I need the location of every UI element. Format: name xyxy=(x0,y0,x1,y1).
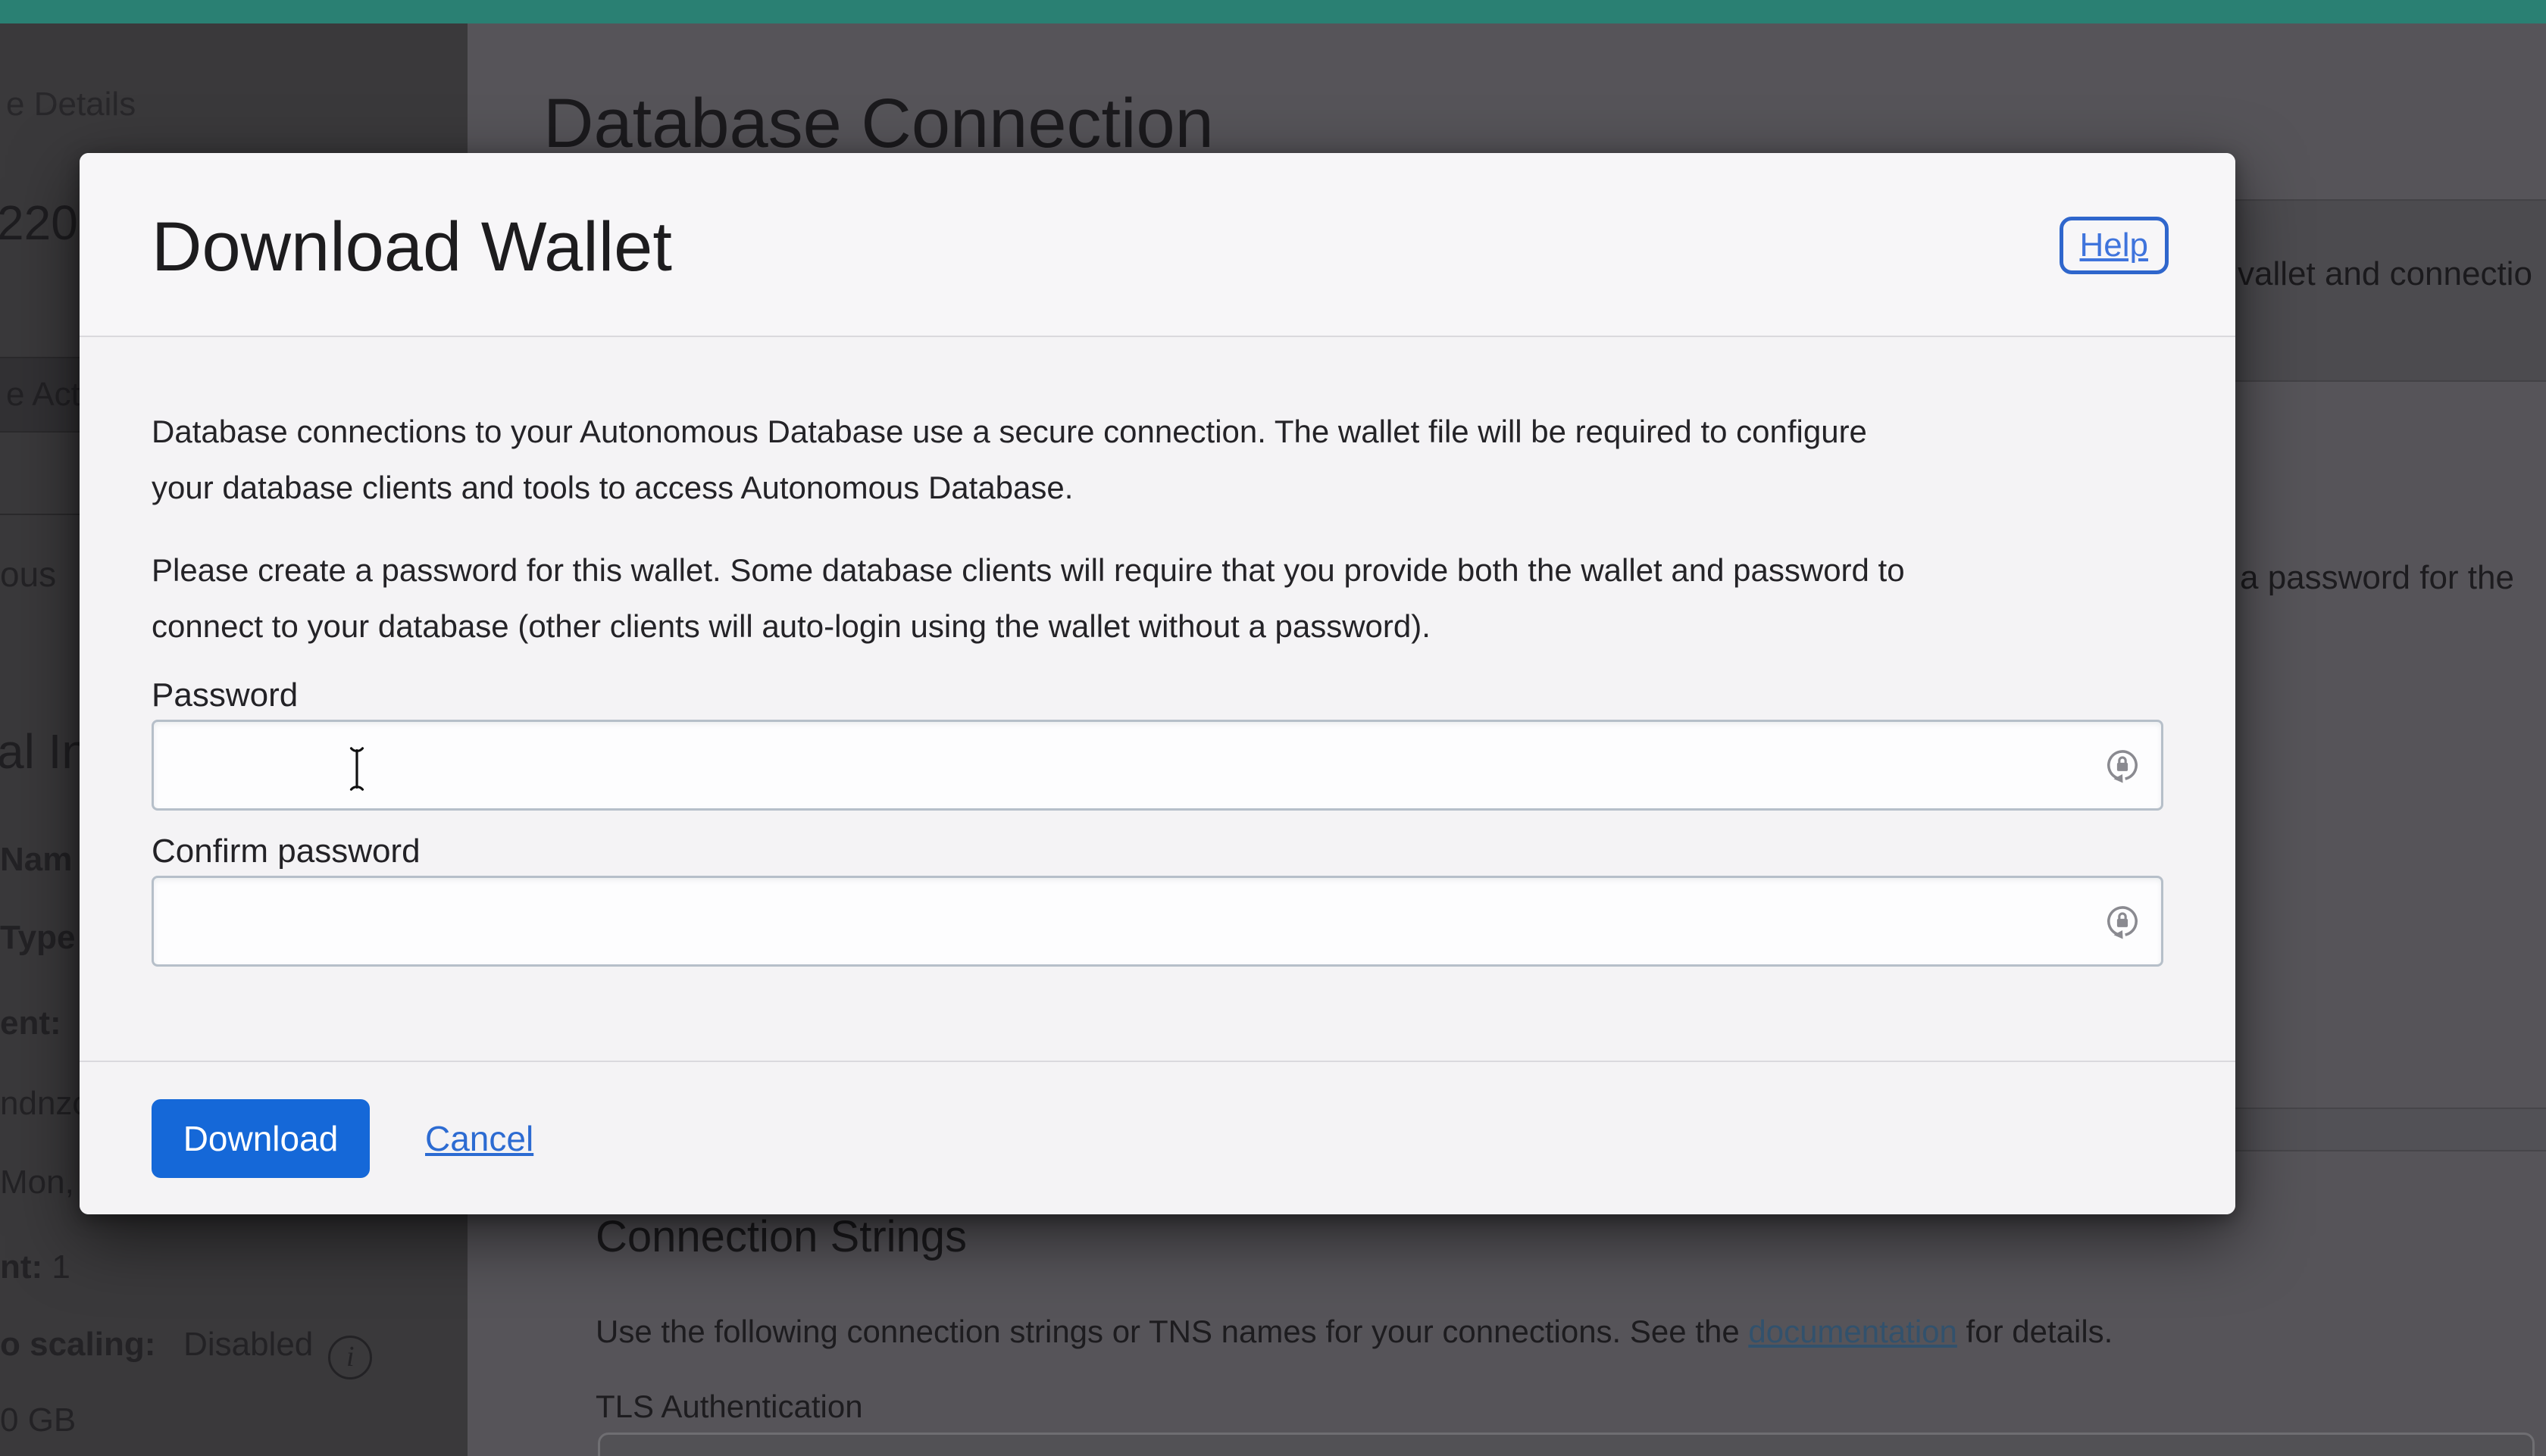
confirm-password-input[interactable] xyxy=(154,878,2161,964)
password-text-fragment: a password for the xyxy=(2240,559,2514,596)
screen: e Details 220 e Act ous al In Nam Type e… xyxy=(0,0,2546,1456)
auto-scaling-row: o scaling: Disabled i xyxy=(0,1326,373,1379)
password-label: Password xyxy=(152,676,299,714)
display-name-label-fragment: Nam xyxy=(0,841,73,878)
background-row-band xyxy=(2233,1108,2546,1151)
connection-strings-heading: Connection Strings xyxy=(596,1212,968,1261)
cancel-link[interactable]: Cancel xyxy=(425,1118,533,1159)
connection-strings-description: Use the following connection strings or … xyxy=(596,1314,2113,1349)
workload-type-label-fragment: Type xyxy=(0,919,76,956)
storage-value-fragment: 0 GB xyxy=(0,1401,77,1439)
breadcrumb-fragment: e Details xyxy=(6,86,136,123)
dialog-body: Database connections to your Autonomous … xyxy=(80,337,2235,967)
confirm-password-lock-icon[interactable] xyxy=(2103,902,2141,940)
confirm-password-field-wrap xyxy=(152,876,2163,967)
ocpu-count-row: nt: 1 xyxy=(0,1248,70,1286)
download-button[interactable]: Download xyxy=(152,1098,370,1178)
management-label-fragment: ent: xyxy=(0,1005,61,1042)
password-lock-icon[interactable] xyxy=(2103,746,2141,784)
password-input[interactable] xyxy=(154,722,2161,808)
help-link[interactable]: Help xyxy=(2059,217,2169,274)
connection-strings-box xyxy=(598,1433,2535,1456)
documentation-link: documentation xyxy=(1748,1314,1957,1349)
confirm-password-label: Confirm password xyxy=(152,833,421,870)
top-bar xyxy=(0,0,2546,23)
dialog-header: Download Wallet Help xyxy=(80,153,2235,337)
database-name-fragment: 220 xyxy=(0,195,78,250)
ocpu-count-value: 1 xyxy=(52,1248,70,1286)
dialog-footer: Download Cancel xyxy=(80,1061,2235,1214)
tls-authentication-label: TLS Authentication xyxy=(596,1389,863,1424)
intro-paragraph: Database connections to your Autonomous … xyxy=(152,414,1867,505)
ocpu-count-label: nt: xyxy=(0,1248,43,1286)
auto-scaling-value: Disabled xyxy=(183,1326,314,1363)
ocid-value-fragment: ndnzc xyxy=(0,1085,89,1122)
page-title: Database Connection xyxy=(543,85,1214,162)
info-icon: i xyxy=(328,1336,373,1379)
auto-scaling-label: o scaling: xyxy=(0,1326,156,1363)
more-actions-label: e Act xyxy=(6,376,80,413)
password-field-wrap xyxy=(152,720,2163,811)
password-instructions-paragraph: Please create a password for this wallet… xyxy=(152,552,1905,644)
wallet-text-fragment: vallet and connectio xyxy=(2238,255,2532,292)
section-heading-fragment: al In xyxy=(0,724,89,779)
download-wallet-dialog: Download Wallet Help Database connection… xyxy=(80,153,2235,1214)
dialog-title: Download Wallet xyxy=(152,208,672,286)
status-fragment: ous xyxy=(0,555,57,594)
